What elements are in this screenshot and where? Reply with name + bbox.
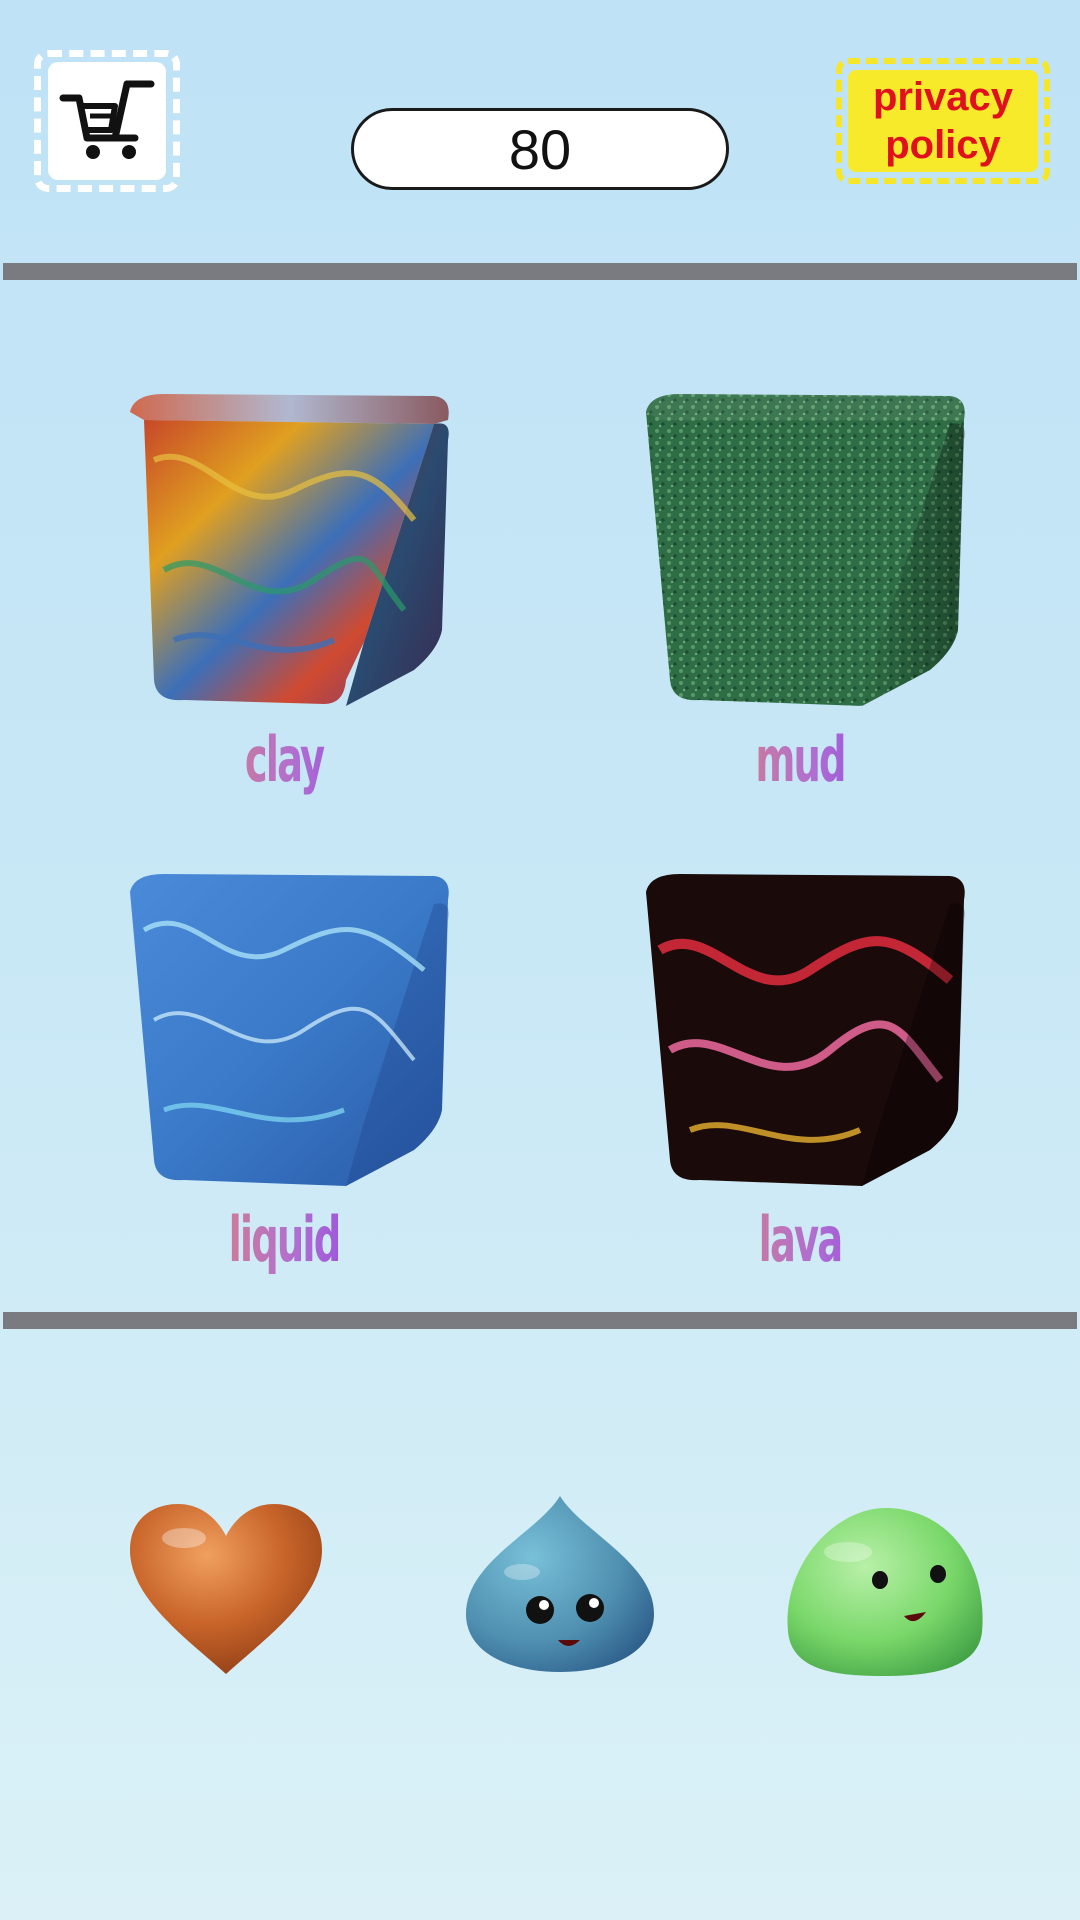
material-liquid[interactable]: liquid	[104, 855, 464, 1276]
privacy-line-1: privacy	[872, 75, 1014, 119]
heart-shape-button[interactable]	[126, 1498, 326, 1678]
liquid-cube-image	[104, 855, 464, 1195]
privacy-line-2: policy	[885, 123, 1001, 167]
lava-cube-image	[620, 855, 980, 1195]
material-lava[interactable]: lava	[620, 855, 980, 1276]
top-divider	[3, 263, 1077, 280]
heart-icon	[130, 1504, 322, 1674]
shop-cart-button[interactable]	[34, 50, 180, 192]
material-label-liquid: liquid	[172, 1203, 395, 1276]
material-clay[interactable]: clay	[104, 375, 464, 796]
score-display: 80	[351, 108, 729, 190]
material-label-mud: mud	[688, 723, 911, 796]
mud-cube-image	[620, 375, 980, 715]
material-mud[interactable]: mud	[620, 375, 980, 796]
clay-cube-image	[104, 375, 464, 715]
green-slime-character-button[interactable]	[778, 1502, 988, 1678]
score-value: 80	[508, 117, 572, 181]
bottom-divider	[3, 1312, 1077, 1329]
water-drop-character-button[interactable]	[462, 1492, 658, 1676]
shopping-cart-icon	[48, 62, 166, 180]
water-drop-character-icon	[466, 1496, 654, 1672]
material-label-clay: clay	[172, 723, 395, 796]
material-label-lava: lava	[688, 1203, 911, 1276]
privacy-policy-button[interactable]: privacy policy	[836, 58, 1050, 184]
green-slime-character-icon	[787, 1507, 983, 1676]
privacy-policy-label: privacy policy	[848, 70, 1038, 172]
